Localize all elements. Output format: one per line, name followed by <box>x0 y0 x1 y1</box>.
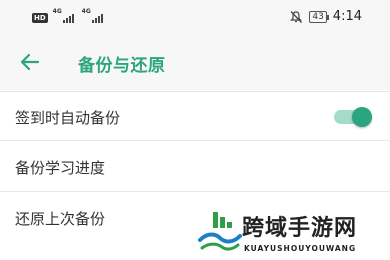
site-logo-icon <box>198 212 242 251</box>
signal-icon: 4G <box>52 8 77 23</box>
battery-icon: 43 <box>309 10 330 23</box>
setting-auto-backup[interactable]: 签到时自动备份 <box>0 91 390 141</box>
status-right: 43 4:14 <box>289 9 362 24</box>
signal-type-label: 4G <box>52 8 62 15</box>
clock: 4:14 <box>332 9 362 24</box>
setting-label: 还原上次备份 <box>15 210 106 228</box>
watermark-text-cn: 跨域手游网 <box>242 215 358 241</box>
auto-backup-toggle[interactable] <box>334 107 372 127</box>
signal-type-label-2: 4G <box>81 8 91 15</box>
setting-backup-progress[interactable]: 备份学习进度 <box>0 142 390 192</box>
status-left: HD 4G 4G <box>32 8 106 23</box>
signal-icon-2: 4G <box>81 8 106 23</box>
toggle-knob <box>352 107 372 127</box>
app-bar: 备份与还原 <box>0 36 390 90</box>
setting-label: 备份学习进度 <box>15 159 106 177</box>
status-bar: HD 4G 4G 43 4:14 <box>0 0 390 36</box>
hd-badge: HD <box>32 13 48 23</box>
setting-label: 签到时自动备份 <box>15 109 121 127</box>
arrow-left-icon[interactable] <box>18 50 42 74</box>
mute-icon <box>290 10 303 23</box>
watermark-text-en: KUAYUSHOUYOUWANG <box>244 244 357 253</box>
watermark: 跨域手游网 KUAYUSHOUYOUWANG <box>196 206 390 260</box>
page-title: 备份与还原 <box>78 56 166 76</box>
